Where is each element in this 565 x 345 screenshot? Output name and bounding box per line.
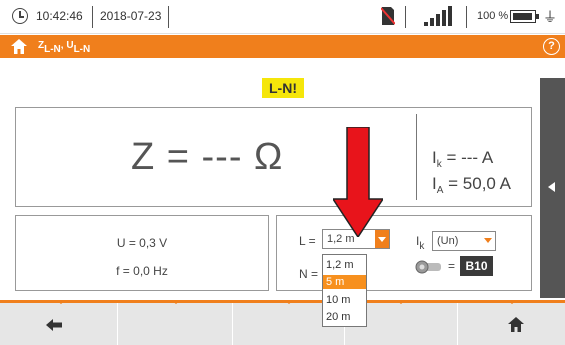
ia-result: IA = 50,0 A (432, 174, 511, 196)
app-header: ZL-N, UL-N ? (0, 35, 565, 58)
signal-icon (424, 6, 452, 26)
page-title: ZL-N, UL-N (38, 40, 91, 55)
help-icon[interactable]: ? (543, 38, 560, 55)
l-label: L = (299, 234, 316, 248)
frequency-value: f = 0,0 Hz (116, 264, 168, 278)
ik-mode-select[interactable]: (Un) (432, 231, 496, 251)
status-time: 10:42:46 (36, 9, 83, 23)
fuse-type-button[interactable]: B10 (460, 256, 493, 276)
sim-icon (381, 7, 395, 25)
dropdown-option[interactable]: 1,2 m (323, 258, 366, 272)
home-icon[interactable] (507, 316, 525, 333)
side-panel-toggle[interactable] (540, 78, 565, 298)
ik-mode-value: (Un) (437, 235, 459, 247)
bottom-navbar (0, 300, 565, 345)
clock-icon (12, 8, 28, 24)
dropdown-option[interactable]: 10 m (323, 293, 366, 307)
ik-setting-label: Ik (416, 234, 425, 252)
nav-back-button[interactable] (0, 303, 118, 345)
result-panel: Z = --- Ω Ik = --- A IA = 50,0 A (15, 107, 532, 207)
equals-sign: = (448, 259, 456, 273)
impedance-result: Z = --- Ω (131, 136, 284, 178)
measurement-panel: U = 0,3 V f = 0,0 Hz (15, 215, 269, 291)
result-divider (416, 114, 417, 200)
status-divider (405, 6, 406, 28)
battery-percent: 100 % (477, 10, 509, 22)
status-divider (92, 6, 93, 28)
home-icon[interactable] (10, 38, 28, 55)
warning-badge: L-N! (262, 78, 304, 98)
voltage-value: U = 0,3 V (116, 236, 168, 250)
back-icon[interactable] (46, 319, 62, 331)
pointer-arrow-icon (333, 127, 383, 237)
cable-length-dropdown-list[interactable]: 1,2 m 5 m 10 m 20 m (322, 254, 367, 327)
status-bar: 10:42:46 2018-07-23 100 % ⏚ (0, 0, 565, 34)
ik-result: Ik = --- A (432, 148, 494, 170)
chevron-down-icon[interactable] (482, 234, 494, 248)
n-label: N = (299, 267, 319, 281)
nav-slot[interactable] (118, 303, 233, 345)
battery-icon (510, 10, 539, 23)
dropdown-option-selected[interactable]: 5 m (323, 275, 366, 289)
fuse-icon (415, 260, 441, 274)
dropdown-option[interactable]: 20 m (323, 310, 366, 324)
plug-icon: ⏚ (543, 9, 557, 25)
status-divider (466, 6, 467, 28)
status-divider (168, 6, 169, 28)
nav-home-button[interactable] (458, 303, 565, 345)
status-date: 2018-07-23 (100, 9, 162, 23)
